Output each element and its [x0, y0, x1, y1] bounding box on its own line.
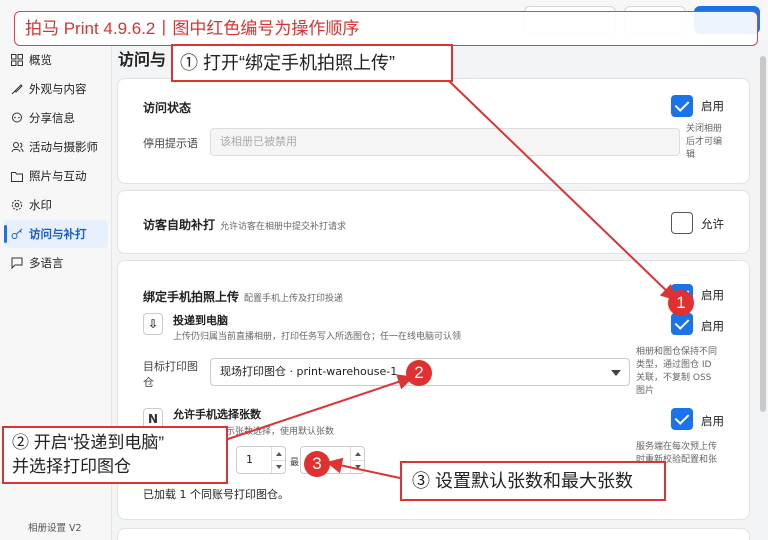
step2-callout: ② 开启“投递到电脑” 并选择打印图仓 — [2, 426, 228, 484]
arrow-step2 — [224, 374, 414, 441]
arrow-step3 — [326, 457, 401, 479]
step3-marker: 3 — [304, 451, 330, 477]
step2-marker: 2 — [406, 360, 432, 386]
step3-callout: ③ 设置默认张数和最大张数 — [400, 461, 666, 501]
arrow-step1 — [447, 79, 677, 301]
step1-callout: ① 打开“绑定手机拍照上传” — [171, 44, 453, 82]
step1-marker: 1 — [668, 290, 694, 316]
